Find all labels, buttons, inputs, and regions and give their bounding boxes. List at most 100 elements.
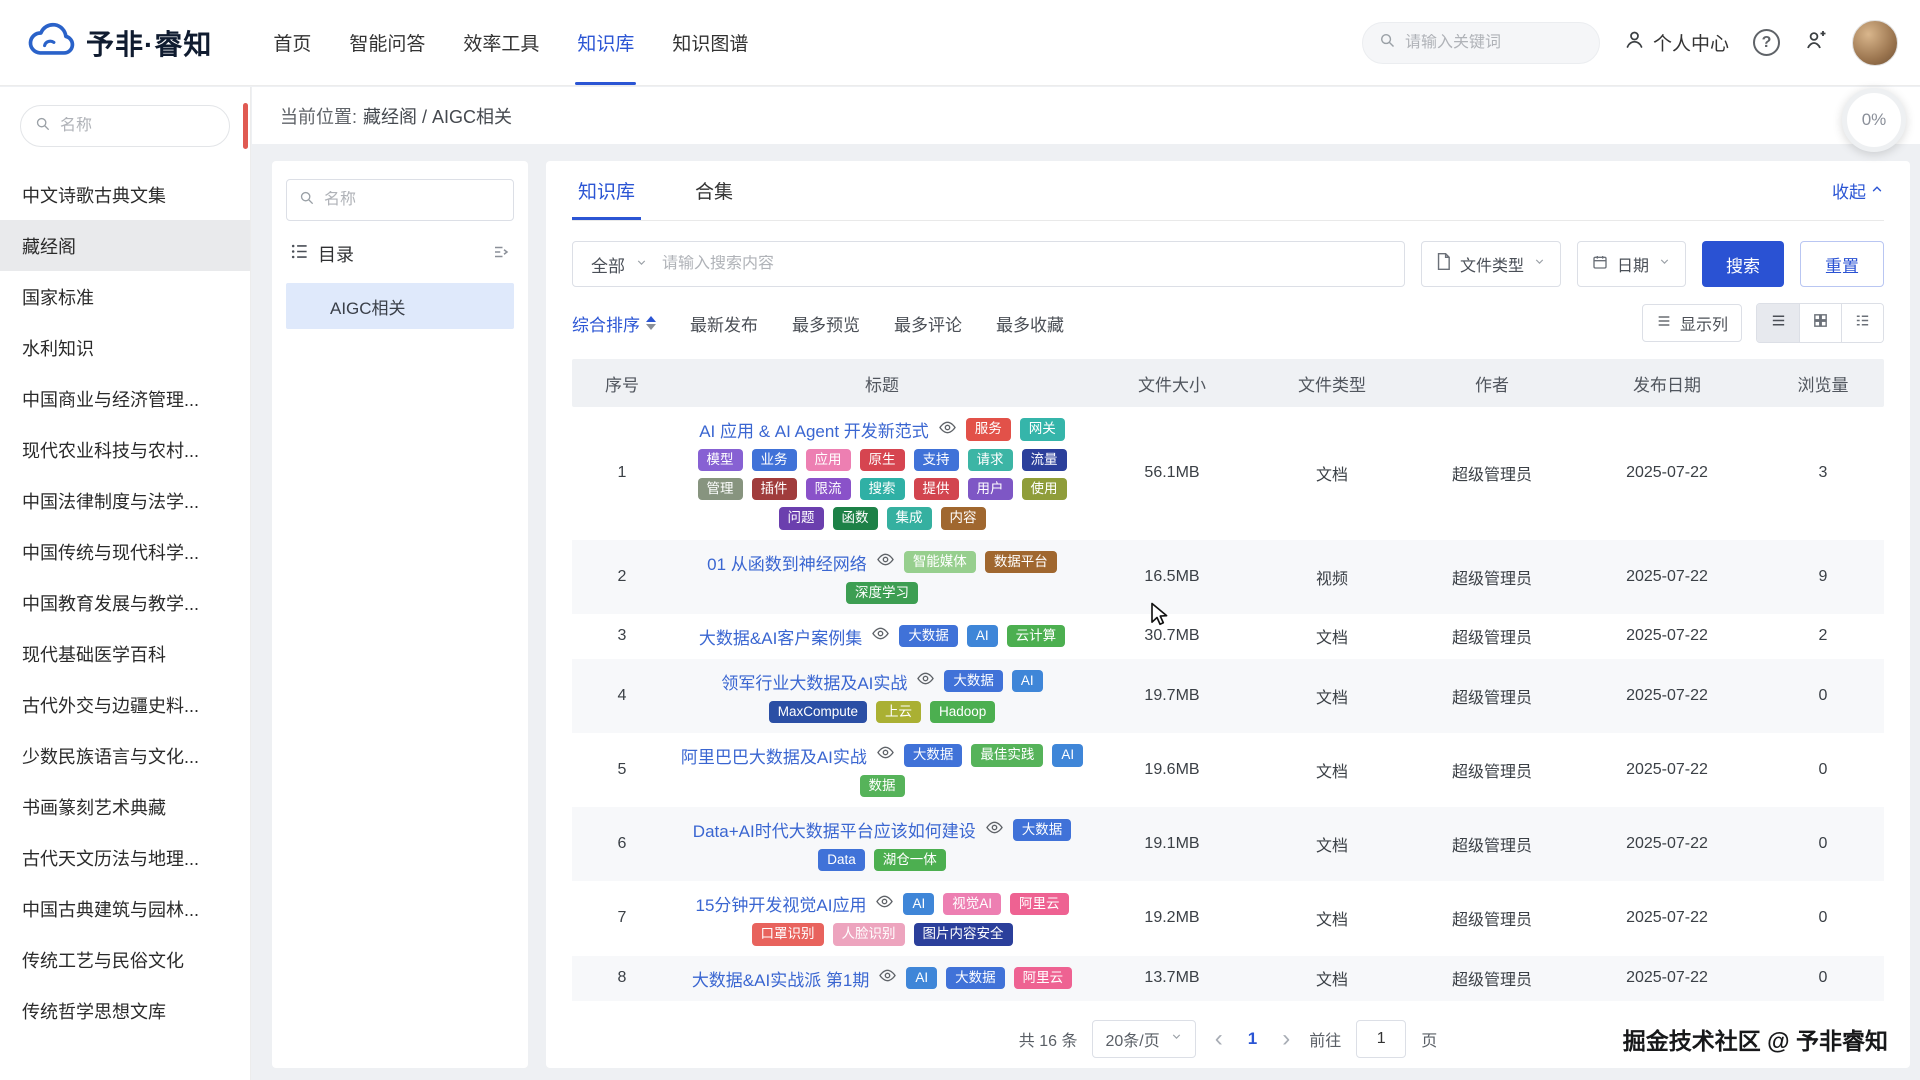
app-logo[interactable]: 予非·睿知	[28, 20, 212, 65]
tag[interactable]: 函数	[833, 507, 878, 529]
tag[interactable]: 数据	[860, 775, 905, 797]
tag[interactable]: 云计算	[1007, 625, 1066, 647]
collapse-all-icon[interactable]	[492, 243, 510, 266]
sidebar-item[interactable]: 传统工艺与民俗文化	[0, 934, 250, 985]
doc-title-link[interactable]: 15分钟开发视觉AI应用	[695, 891, 866, 916]
tag[interactable]: 阿里云	[1010, 893, 1069, 915]
tag[interactable]: 服务	[966, 418, 1011, 440]
table-row[interactable]: 3 大数据&AI客户案例集 大数据 AI	[572, 614, 1884, 659]
tag[interactable]: 业务	[752, 449, 797, 471]
sort-option[interactable]: 最多评论	[894, 311, 962, 336]
sort-option[interactable]: 最多收藏	[996, 311, 1064, 336]
sidebar-item[interactable]: 中国教育发展与教学...	[0, 577, 250, 628]
next-page-button[interactable]: ›	[1278, 1027, 1294, 1051]
content-search-input[interactable]	[662, 255, 1404, 273]
tag[interactable]: 图片内容安全	[914, 923, 1013, 945]
preview-eye-icon[interactable]	[871, 624, 890, 648]
global-search[interactable]	[1362, 22, 1600, 64]
preview-eye-icon[interactable]	[878, 966, 897, 990]
tag[interactable]: 阿里云	[1014, 967, 1073, 989]
sidebar-item[interactable]: 书画篆刻艺术典藏	[0, 781, 250, 832]
switch-user-icon[interactable]	[1804, 28, 1828, 57]
preview-eye-icon[interactable]	[938, 418, 957, 442]
file-type-filter[interactable]: 文件类型	[1421, 241, 1561, 287]
tag[interactable]: 大数据	[1013, 819, 1072, 841]
tag[interactable]: AI	[1012, 670, 1043, 692]
tag[interactable]: 内容	[941, 507, 986, 529]
tag[interactable]: 智能媒体	[904, 551, 976, 573]
tag[interactable]: 支持	[914, 449, 959, 471]
tag[interactable]: 深度学习	[846, 582, 918, 604]
doc-title-link[interactable]: 阿里巴巴大数据及AI实战	[681, 743, 867, 768]
page-number[interactable]: 1	[1242, 1029, 1263, 1049]
tag[interactable]: 人脸识别	[833, 923, 905, 945]
doc-title-link[interactable]: 大数据&AI客户案例集	[699, 624, 862, 649]
sidebar-item[interactable]: 中国商业与经济管理...	[0, 373, 250, 424]
tag[interactable]: 口罩识别	[752, 923, 824, 945]
avatar[interactable]	[1852, 20, 1898, 66]
tag[interactable]: AI	[967, 625, 998, 647]
directory-item[interactable]: AIGC相关	[286, 283, 514, 329]
sidebar-item[interactable]: 现代基础医学百科	[0, 628, 250, 679]
global-search-input[interactable]	[1405, 34, 1583, 52]
tag[interactable]: Hadoop	[930, 701, 995, 723]
preview-eye-icon[interactable]	[916, 669, 935, 693]
nav-item[interactable]: 效率工具	[444, 0, 558, 85]
reset-button[interactable]: 重置	[1800, 241, 1884, 287]
tag[interactable]: 网关	[1020, 418, 1065, 440]
tag[interactable]: 用户	[968, 478, 1013, 500]
tag[interactable]: 使用	[1022, 478, 1067, 500]
doc-title-link[interactable]: AI 应用 & AI Agent 开发新范式	[699, 417, 929, 442]
sort-option[interactable]: 最新发布	[690, 311, 758, 336]
tag[interactable]: 集成	[887, 507, 932, 529]
tag[interactable]: 模型	[698, 449, 743, 471]
sidebar-item[interactable]: 藏经阁	[0, 220, 250, 271]
table-row[interactable]: 8 大数据&AI实战派 第1期 AI 大数据	[572, 956, 1884, 1001]
tag[interactable]: 流量	[1022, 449, 1067, 471]
table-row[interactable]: 9 从零开始玩转AIGC AI 阿里云	[572, 1001, 1884, 1011]
tag[interactable]: AI	[1052, 744, 1083, 766]
help-icon[interactable]: ?	[1753, 29, 1780, 56]
tag[interactable]: 最佳实践	[971, 744, 1043, 766]
sidebar-item[interactable]: 中文诗歌古典文集	[0, 169, 250, 220]
table-row[interactable]: 6 Data+AI时代大数据平台应该如何建设 大数据	[572, 807, 1884, 881]
grid-view-button[interactable]	[1799, 304, 1841, 342]
table-row[interactable]: 2 01 从函数到神经网络 智能媒体 数据平台	[572, 540, 1884, 614]
detail-view-button[interactable]	[1841, 304, 1883, 342]
tab[interactable]: 合集	[689, 161, 739, 220]
doc-title-link[interactable]: Data+AI时代大数据平台应该如何建设	[693, 817, 976, 842]
tag[interactable]: AI	[906, 967, 937, 989]
directory-search[interactable]	[286, 179, 514, 221]
tag[interactable]: 上云	[876, 701, 921, 723]
sidebar-item[interactable]: 现代农业科技与农村...	[0, 424, 250, 475]
table-row[interactable]: 4 领军行业大数据及AI实战 大数据 AI	[572, 659, 1884, 733]
tag[interactable]: Data	[818, 849, 865, 871]
tag[interactable]: 数据平台	[985, 551, 1057, 573]
directory-search-input[interactable]	[324, 191, 501, 209]
tag[interactable]: 插件	[752, 478, 797, 500]
tag[interactable]: 湖仓一体	[874, 849, 946, 871]
page-size-select[interactable]: 20条/页	[1092, 1020, 1195, 1058]
sidebar-search[interactable]	[20, 105, 230, 147]
nav-item[interactable]: 知识图谱	[653, 0, 767, 85]
preview-eye-icon[interactable]	[876, 550, 895, 574]
display-columns-button[interactable]: 显示列	[1642, 304, 1742, 342]
scope-select[interactable]: 全部	[573, 252, 662, 277]
collapse-toggle[interactable]: 收起	[1832, 178, 1884, 203]
tag[interactable]: 应用	[806, 449, 851, 471]
tag[interactable]: 视觉AI	[943, 893, 1001, 915]
doc-title-link[interactable]: 领军行业大数据及AI实战	[721, 669, 907, 694]
sidebar-item[interactable]: 中国法律制度与法学...	[0, 475, 250, 526]
sidebar-item[interactable]: 水利知识	[0, 322, 250, 373]
table-row[interactable]: 7 15分钟开发视觉AI应用 AI 视觉AI	[572, 881, 1884, 955]
tag[interactable]: 请求	[968, 449, 1013, 471]
tag[interactable]: 大数据	[904, 744, 963, 766]
sort-option[interactable]: 综合排序	[572, 311, 656, 336]
goto-page-input[interactable]	[1356, 1020, 1406, 1058]
sidebar-item[interactable]: 国家标准	[0, 271, 250, 322]
scroll-progress-widget[interactable]: 0%	[1842, 88, 1906, 152]
tag[interactable]: 管理	[698, 478, 743, 500]
sort-option[interactable]: 最多预览	[792, 311, 860, 336]
table-row[interactable]: 1 AI 应用 & AI Agent 开发新范式 服务	[572, 407, 1884, 540]
search-button[interactable]: 搜索	[1702, 241, 1784, 287]
